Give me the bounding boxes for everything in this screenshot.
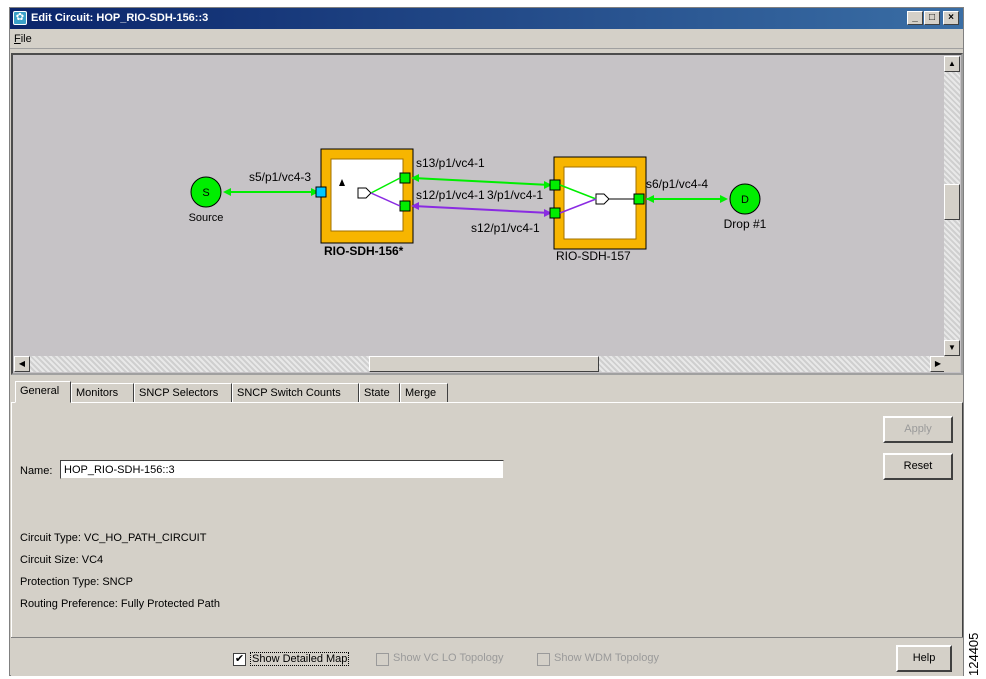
circuit-type: Circuit Type: VC_HO_PATH_CIRCUIT (20, 532, 207, 544)
link-bottom-label: s12/p1/vc4-1 (471, 221, 540, 235)
reset-button[interactable]: Reset (883, 453, 953, 480)
routing-preference: Routing Preference: Fully Protected Path (20, 598, 220, 610)
bottom-bar: ✔ Show Detailed Map Show VC LO Topology … (11, 637, 963, 676)
vertical-scroll-thumb[interactable] (944, 184, 960, 220)
node2-port-bottom[interactable] (549, 207, 561, 219)
tab-general[interactable]: General (15, 381, 71, 403)
protection-type: Protection Type: SNCP (20, 576, 133, 588)
drop-link-arrow-left (646, 195, 654, 203)
menu-file[interactable]: File (14, 33, 32, 45)
drop-port-label: s6/p1/vc4-4 (646, 177, 708, 191)
node1-label: RIO-SDH-156* (324, 244, 404, 258)
figure-code: 124405 (966, 632, 981, 676)
node1-port-top[interactable] (399, 172, 411, 184)
node2-port-drop[interactable] (633, 193, 645, 205)
show-detailed-map-label[interactable]: Show Detailed Map (250, 652, 350, 666)
edit-circuit-window: ✿ Edit Circuit: HOP_RIO-SDH-156::3 _ □ ×… (9, 7, 964, 676)
name-label: Name: (20, 465, 53, 477)
app-icon: ✿ (13, 11, 27, 25)
node2-port-top[interactable] (549, 179, 561, 191)
link-purple[interactable] (412, 205, 551, 214)
title-bar[interactable]: ✿ Edit Circuit: HOP_RIO-SDH-156::3 _ □ × (10, 8, 963, 29)
help-button[interactable]: Help (896, 645, 952, 672)
scroll-down-icon[interactable]: ▼ (944, 340, 960, 356)
node2-label: RIO-SDH-157 (556, 249, 631, 263)
tab-sncp-selectors[interactable]: SNCP Selectors (134, 383, 232, 403)
tab-monitors[interactable]: Monitors (71, 383, 134, 403)
circuit-size: Circuit Size: VC4 (20, 554, 104, 566)
scroll-left-icon[interactable]: ◀ (14, 356, 30, 372)
tab-merge[interactable]: Merge (400, 383, 448, 403)
scroll-up-icon[interactable]: ▲ (944, 56, 960, 72)
node1-port-source[interactable] (315, 186, 327, 198)
maximize-button[interactable]: □ (924, 11, 940, 25)
drop-letter: D (741, 194, 749, 206)
vertical-scrollbar[interactable]: ▲ ▼ (944, 56, 960, 356)
scroll-corner (944, 356, 960, 372)
show-detailed-map-checkbox[interactable]: ✔ (233, 653, 246, 666)
show-vc-lo-label: Show VC LO Topology (393, 652, 504, 664)
link-middle-overlap: 3/p1/vc4-1 (487, 188, 543, 202)
link-green[interactable] (412, 177, 551, 186)
source-port-label: s5/p1/vc4-3 (249, 170, 311, 184)
horizontal-scroll-thumb[interactable] (369, 356, 599, 372)
horizontal-scrollbar[interactable]: ◀ ▶ (14, 356, 946, 372)
window-title: Edit Circuit: HOP_RIO-SDH-156::3 (31, 12, 209, 24)
link-middle-label: s12/p1/vc4-1 (416, 188, 485, 202)
show-vc-lo-checkbox[interactable] (376, 653, 389, 666)
apply-button[interactable]: Apply (883, 416, 953, 443)
drop-link-arrow-right (720, 195, 728, 203)
source-letter: S (202, 187, 209, 199)
drop-label: Drop #1 (724, 217, 767, 231)
general-panel: Name: Apply Reset Circuit Type: VC_HO_PA… (11, 402, 963, 637)
source-link-arrow-left (223, 188, 231, 196)
show-wdm-label: Show WDM Topology (554, 652, 659, 664)
link-top-label: s13/p1/vc4-1 (416, 156, 485, 170)
circuit-map-svg: S Source s5/p1/vc4-3 RIO-SDH-156* s13/p1… (189, 148, 767, 263)
menu-bar: File (10, 29, 963, 49)
show-wdm-checkbox[interactable] (537, 653, 550, 666)
tab-state[interactable]: State (359, 383, 400, 403)
tab-sncp-switch-counts[interactable]: SNCP Switch Counts (232, 383, 359, 403)
close-button[interactable]: × (943, 11, 959, 25)
name-field[interactable] (60, 460, 504, 479)
node1-port-bottom[interactable] (399, 200, 411, 212)
circuit-map[interactable]: S Source s5/p1/vc4-3 RIO-SDH-156* s13/p1… (11, 53, 963, 375)
source-label: Source (189, 212, 224, 224)
minimize-button[interactable]: _ (907, 11, 923, 25)
